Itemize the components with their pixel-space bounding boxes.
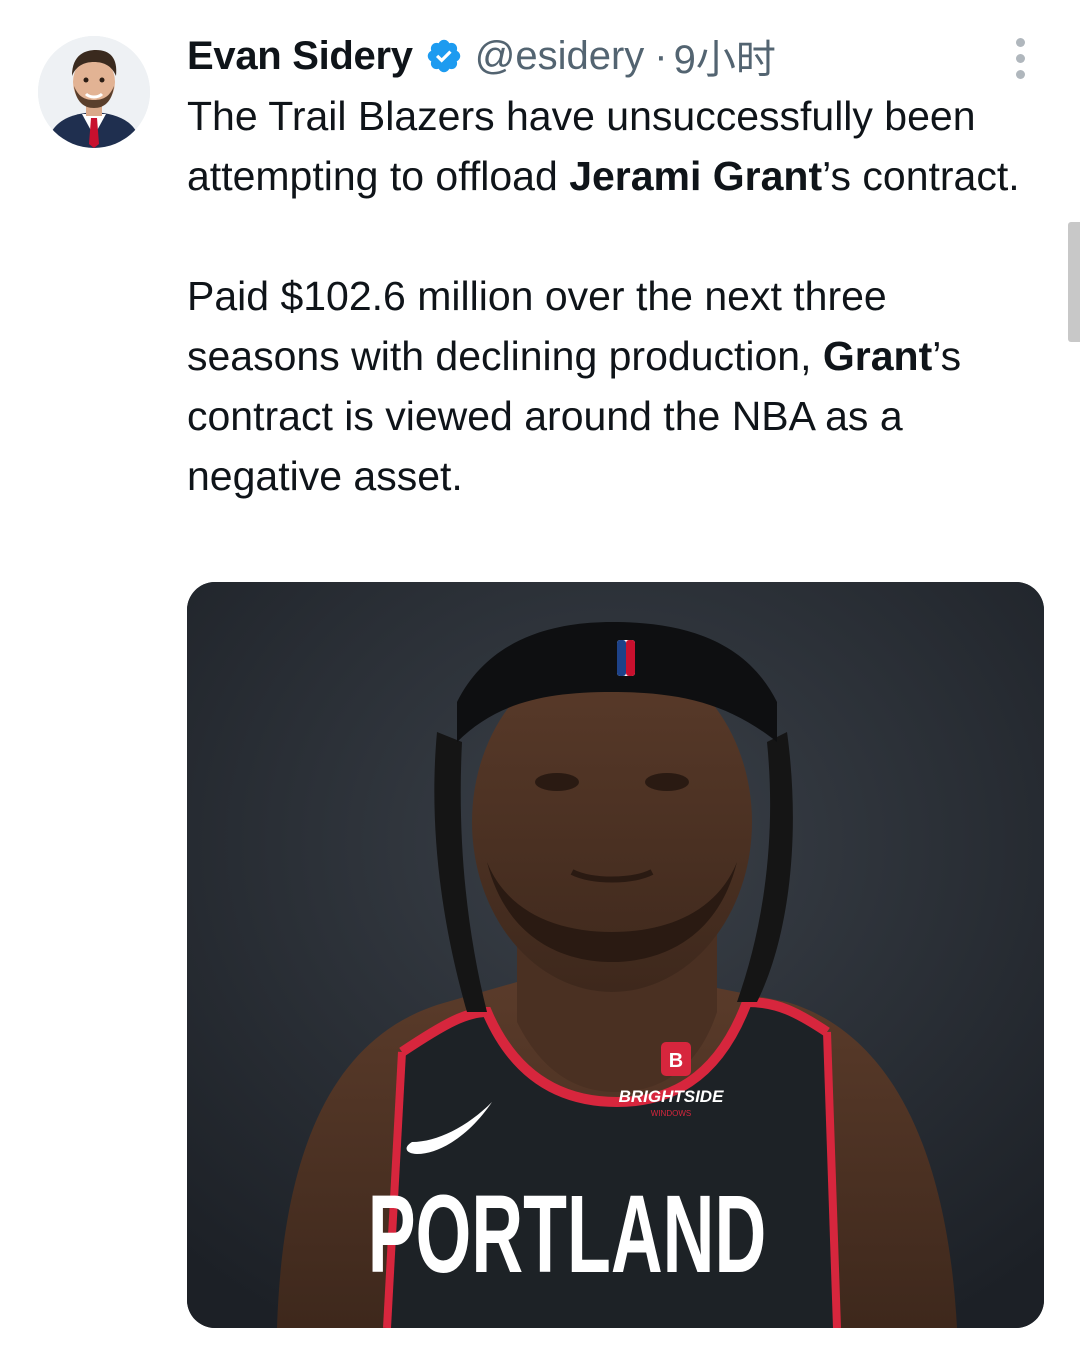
tweet[interactable]: Evan Sidery @esidery · 9小时 The Trail Bla… xyxy=(0,0,1080,1354)
header-separator: · xyxy=(654,33,668,78)
tweet-text-segment: Paid $102.6 million over the next three … xyxy=(187,273,887,379)
jersey-sponsor-text: BRIGHTSIDE xyxy=(619,1087,725,1106)
verified-badge-icon xyxy=(425,37,463,75)
more-dots-icon xyxy=(1015,53,1025,63)
tweet-text: The Trail Blazers have unsuccessfully be… xyxy=(187,86,1047,506)
tweet-paragraph-1: The Trail Blazers have unsuccessfully be… xyxy=(187,86,1047,206)
jersey-sponsor-logo: B xyxy=(669,1050,683,1072)
tweet-paragraph-2: Paid $102.6 million over the next three … xyxy=(187,266,1047,506)
author-handle[interactable]: @esidery xyxy=(475,34,645,79)
tweet-header: Evan Sidery @esidery · 9小时 xyxy=(187,27,776,85)
author-name[interactable]: Evan Sidery xyxy=(187,34,413,79)
tweet-media-image[interactable]: B BRIGHTSIDE WINDOWS PORTLAND xyxy=(187,582,1044,1328)
more-dots-icon xyxy=(1015,69,1025,79)
jersey-sponsor-subtext: WINDOWS xyxy=(651,1109,691,1118)
more-dots-icon xyxy=(1015,37,1025,47)
player-photo: B BRIGHTSIDE WINDOWS PORTLAND xyxy=(187,582,1044,1328)
tweet-timestamp[interactable]: 9小时 xyxy=(674,27,776,85)
jersey-text: PORTLAND xyxy=(368,1172,767,1295)
scrollbar[interactable] xyxy=(1068,222,1080,342)
avatar-image xyxy=(38,36,150,148)
more-options-button[interactable] xyxy=(1004,34,1036,82)
avatar[interactable] xyxy=(38,36,150,148)
tweet-bold-name: Grant xyxy=(822,333,933,379)
tweet-bold-name: Jerami Grant xyxy=(569,153,823,199)
tweet-text-segment: ’s contract. xyxy=(822,153,1020,199)
